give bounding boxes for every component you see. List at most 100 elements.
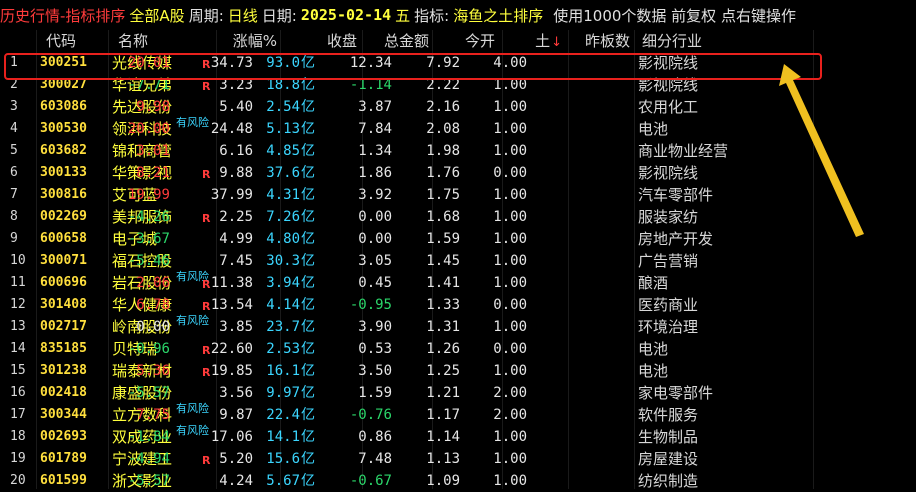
table-row[interactable]: 17 300344 立方数科 有风险 7.75 9.87 22.4亿 -0.76 1.17 2.0… bbox=[0, 402, 813, 426]
stock-code[interactable]: 300071 bbox=[40, 250, 87, 272]
stock-code[interactable]: 300530 bbox=[40, 118, 87, 140]
change-pct: -5.46 bbox=[127, 253, 170, 269]
industry: 房地产开发 bbox=[638, 230, 714, 248]
stock-code[interactable]: 002269 bbox=[40, 206, 87, 228]
total-amount: 5.13亿 bbox=[266, 118, 315, 140]
table-row[interactable]: 4 300530 领湃科技 有风险 20.00 24.48 5.13亿 7.84 2.08 1.0… bbox=[0, 116, 813, 140]
close-price: 9.88 bbox=[219, 165, 253, 181]
table-row[interactable]: 12 301408 华人健康 R 6.78 13.54 4.14亿 -0.95 1.33 0.00… bbox=[0, 294, 813, 316]
table-row[interactable]: 14 835185 贝特瑞 R -0.96 22.60 2.53亿 0.53 1.26 0.00 电… bbox=[0, 338, 813, 360]
amount-unit: 亿 bbox=[301, 253, 315, 269]
total-amount: 37.6亿 bbox=[266, 162, 315, 184]
change-pct: 5.36 bbox=[136, 363, 170, 379]
market-selector[interactable]: 全部A股 bbox=[129, 5, 184, 26]
indicator-label: 指标: bbox=[414, 6, 450, 25]
tu-value: 2.08 bbox=[426, 121, 460, 137]
limit-board-count: 1.00 bbox=[493, 363, 527, 379]
limit-board-count: 1.00 bbox=[493, 121, 527, 137]
open-change: 0.53 bbox=[358, 341, 392, 357]
stock-code[interactable]: 835185 bbox=[40, 338, 87, 360]
date-value[interactable]: 2025-02-14 bbox=[301, 6, 391, 24]
stock-code[interactable]: 002717 bbox=[40, 316, 87, 338]
total-amount: 7.26亿 bbox=[266, 206, 315, 228]
margin-flag-badge: R bbox=[202, 366, 211, 379]
table-row[interactable]: 8 002269 美邦服饰 R -4.26 2.25 7.26亿 0.00 1.68 1.00 服装… bbox=[0, 206, 813, 228]
industry: 电池 bbox=[638, 362, 669, 380]
amount-value: 16.1 bbox=[266, 363, 300, 379]
table-row[interactable]: 7 300816 艾可蓝 19.99 37.99 4.31亿 3.92 1.75 1.00 汽车零… bbox=[0, 184, 813, 206]
weekday: 五 bbox=[395, 6, 411, 25]
table-row[interactable]: 9 600658 电子城 -3.67 4.99 4.80亿 0.00 1.59 1.00 房地产开… bbox=[0, 228, 813, 250]
table-row[interactable]: 10 300071 福石控股 -5.46 7.45 30.3亿 3.05 1.45 1.00 广告… bbox=[0, 250, 813, 272]
highlight-box bbox=[4, 53, 822, 80]
open-change: 3.50 bbox=[358, 363, 392, 379]
amount-unit: 亿 bbox=[301, 297, 315, 313]
industry: 广告营销 bbox=[638, 252, 699, 270]
indicator-value[interactable]: 海鱼之土排序 bbox=[453, 5, 543, 26]
table-row[interactable]: 11 600696 岩石股份 有风险 R 2.06 11.38 3.94亿 0.45 1.41 1.… bbox=[0, 270, 813, 294]
amount-unit: 亿 bbox=[301, 341, 315, 357]
col-header-limit-board[interactable]: 昨板数 bbox=[585, 30, 630, 52]
date-label: 日期: bbox=[261, 6, 297, 25]
close-price: 2.25 bbox=[219, 209, 253, 225]
sort-desc-icon: ↓ bbox=[551, 35, 562, 50]
stock-code[interactable]: 300344 bbox=[40, 404, 87, 426]
amount-unit: 亿 bbox=[301, 407, 315, 423]
amount-value: 15.6 bbox=[266, 451, 300, 467]
stock-code[interactable]: 002693 bbox=[40, 426, 87, 448]
change-pct: -1.84 bbox=[127, 429, 170, 445]
table-row[interactable]: 6 300133 华策影视 R 8.21 9.88 37.6亿 1.86 1.76 0.00 影视院… bbox=[0, 162, 813, 184]
stock-code[interactable]: 300816 bbox=[40, 184, 87, 206]
stock-code[interactable]: 601789 bbox=[40, 448, 87, 470]
industry: 影视院线 bbox=[638, 164, 699, 182]
stock-code[interactable]: 301238 bbox=[40, 360, 87, 382]
open-change: 3.87 bbox=[358, 99, 392, 115]
table-row[interactable]: 19 601789 宁波建工 R -4.94 5.20 15.6亿 7.48 1.13 1.00 房… bbox=[0, 448, 813, 470]
row-index: 18 bbox=[10, 429, 26, 444]
stock-code[interactable]: 600658 bbox=[40, 228, 87, 250]
col-header-code[interactable]: 代码 bbox=[46, 30, 76, 52]
table-row[interactable]: 18 002693 双成药业 有风险 -1.84 17.06 14.1亿 0.86 1.14 1.… bbox=[0, 424, 813, 448]
col-header-tu[interactable]: 土↓ bbox=[535, 30, 562, 52]
col-header-name[interactable]: 名称 bbox=[118, 30, 148, 52]
open-change: 0.45 bbox=[358, 275, 392, 291]
amount-value: 9.97 bbox=[266, 385, 300, 401]
table-row[interactable]: 13 002717 岭南股份 有风险 0.00 3.85 23.7亿 3.90 1.31 1.00… bbox=[0, 314, 813, 338]
stock-code[interactable]: 603682 bbox=[40, 140, 87, 162]
stock-code[interactable]: 002418 bbox=[40, 382, 87, 404]
period-value[interactable]: 日线 bbox=[228, 5, 258, 26]
close-price: 11.38 bbox=[210, 275, 253, 291]
table-row[interactable]: 5 603682 锦和商管 3.01 6.16 4.85亿 1.34 1.98 1.00 商业物业… bbox=[0, 140, 813, 162]
table-row[interactable]: 15 301238 瑞泰新材 R 5.36 19.85 16.1亿 3.50 1.25 1.00 电… bbox=[0, 360, 813, 382]
close-price: 5.40 bbox=[219, 99, 253, 115]
total-amount: 22.4亿 bbox=[266, 404, 315, 426]
stock-code[interactable]: 300133 bbox=[40, 162, 87, 184]
open-change: 3.05 bbox=[358, 253, 392, 269]
limit-board-count: 1.00 bbox=[493, 253, 527, 269]
stock-code[interactable]: 301408 bbox=[40, 294, 87, 316]
col-header-close[interactable]: 收盘 bbox=[327, 30, 357, 52]
col-header-open[interactable]: 今开 bbox=[465, 30, 495, 52]
open-change: 0.00 bbox=[358, 231, 392, 247]
close-price: 17.06 bbox=[210, 429, 253, 445]
col-header-change[interactable]: 涨幅% bbox=[233, 30, 277, 52]
stock-code[interactable]: 603086 bbox=[40, 96, 87, 118]
limit-board-count: 1.00 bbox=[493, 209, 527, 225]
close-price: 19.85 bbox=[210, 363, 253, 379]
total-amount: 2.53亿 bbox=[266, 338, 315, 360]
close-price: 24.48 bbox=[210, 121, 253, 137]
col-header-amount[interactable]: 总金额 bbox=[384, 30, 429, 52]
stock-code[interactable]: 600696 bbox=[40, 272, 87, 294]
col-header-industry[interactable]: 细分行业 bbox=[642, 30, 702, 52]
limit-board-count: 1.00 bbox=[493, 143, 527, 159]
open-change: 7.48 bbox=[358, 451, 392, 467]
close-price: 6.16 bbox=[219, 143, 253, 159]
table-row[interactable]: 3 603086 先达股份 9.98 5.40 2.54亿 3.87 2.16 1.00 农用化工 bbox=[0, 96, 813, 118]
table-row[interactable]: 16 002418 康盛股份 -5.57 3.56 9.97亿 1.59 1.21 2.00 家电… bbox=[0, 382, 813, 404]
close-price: 3.85 bbox=[219, 319, 253, 335]
amount-value: 23.7 bbox=[266, 319, 300, 335]
margin-flag-badge: R bbox=[202, 454, 211, 467]
total-amount: 4.31亿 bbox=[266, 184, 315, 206]
limit-board-count: 0.00 bbox=[493, 341, 527, 357]
col-header-tu-label: 土 bbox=[535, 32, 551, 50]
